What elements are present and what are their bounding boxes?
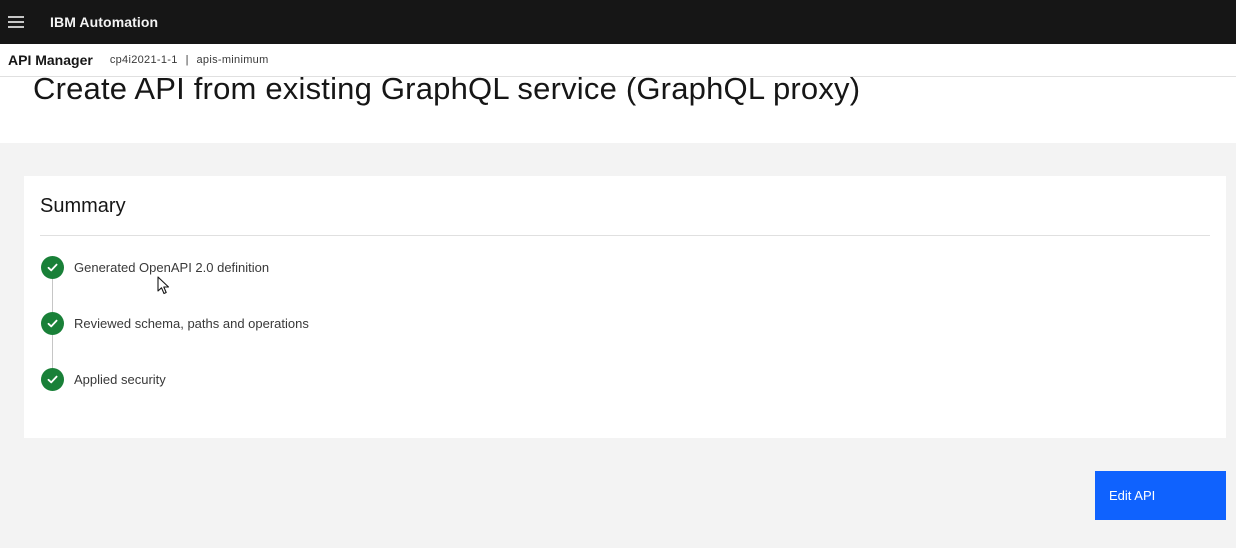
app-name[interactable]: API Manager xyxy=(8,52,93,68)
checkmark-circle-icon xyxy=(41,256,64,279)
checkmark-circle-icon xyxy=(41,368,64,391)
top-navigation-bar: IBM Automation xyxy=(0,0,1236,44)
step-label: Generated OpenAPI 2.0 definition xyxy=(74,260,270,275)
step-item: Generated OpenAPI 2.0 definition xyxy=(41,256,641,312)
page-title: Create API from existing GraphQL service… xyxy=(33,71,861,106)
step-item: Applied security xyxy=(41,368,641,424)
summary-title: Summary xyxy=(40,195,126,217)
breadcrumb-catalog[interactable]: cp4i2021-1-1 xyxy=(110,54,178,66)
page-header: Create API from existing GraphQL service… xyxy=(0,71,1236,143)
divider xyxy=(40,235,1210,236)
step-label: Applied security xyxy=(74,372,166,387)
progress-steps: Generated OpenAPI 2.0 definition Reviewe… xyxy=(41,256,641,424)
mouse-pointer-icon xyxy=(157,276,171,301)
summary-card: Summary Generated OpenAPI 2.0 definition… xyxy=(24,176,1226,438)
step-item: Reviewed schema, paths and operations xyxy=(41,312,641,368)
edit-api-button[interactable]: Edit API xyxy=(1095,471,1226,520)
hamburger-menu-icon[interactable] xyxy=(0,0,32,44)
step-connector xyxy=(52,335,53,368)
breadcrumb-space[interactable]: apis-minimum xyxy=(196,54,268,66)
step-label: Reviewed schema, paths and operations xyxy=(74,316,309,331)
step-connector xyxy=(52,279,53,312)
brand-name[interactable]: IBM Automation xyxy=(50,14,158,30)
breadcrumb-separator: | xyxy=(185,54,189,66)
checkmark-circle-icon xyxy=(41,312,64,335)
